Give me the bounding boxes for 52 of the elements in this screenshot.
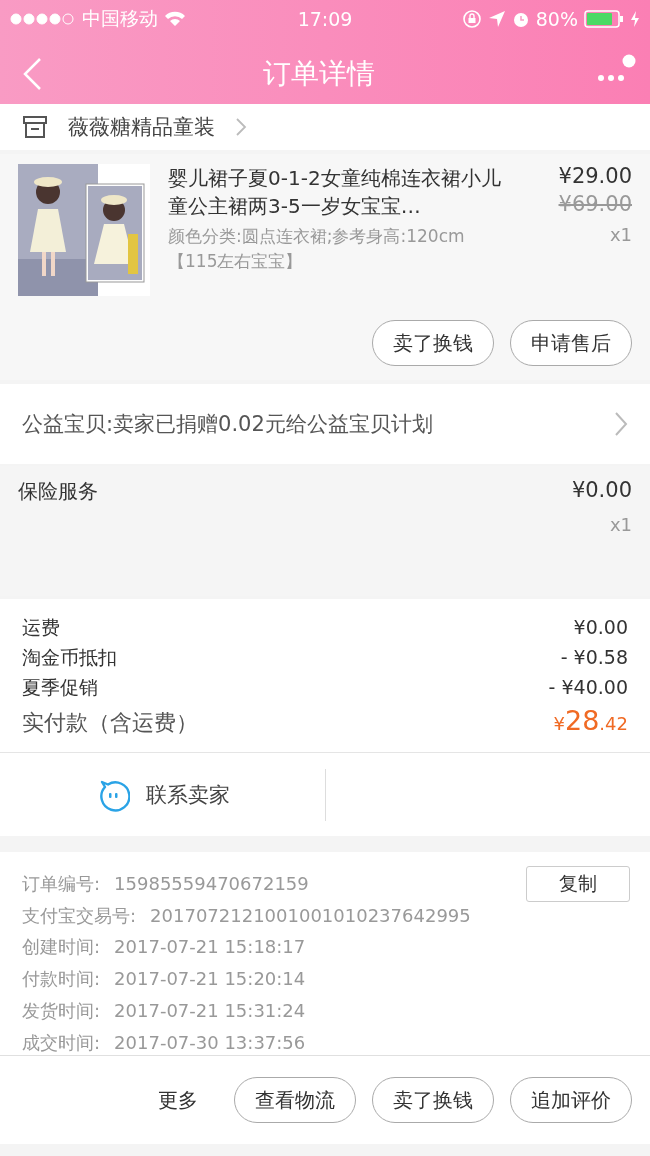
fee-value: ¥0.00 [573, 616, 628, 638]
battery-percent: 80% [535, 8, 578, 30]
chevron-icon [614, 411, 628, 437]
rotation-lock-icon [461, 9, 482, 29]
back-icon[interactable] [22, 57, 42, 91]
info-value: 2017-07-21 15:18:17 [114, 935, 306, 960]
more-link[interactable]: 更多 [152, 1085, 204, 1115]
info-value: 15985559470672159 [114, 872, 309, 896]
info-value: 2017-07-30 13:37:56 [114, 1030, 306, 1055]
product-price: ¥29.00 [558, 164, 632, 188]
product-spec: 颜色分类:圆点连衣裙;参考身高:120cm【115左右宝宝】 [168, 225, 466, 273]
action-button[interactable]: 追加评价 [510, 1077, 632, 1123]
signal-icon [10, 13, 76, 25]
fee-value: - ¥40.00 [548, 676, 628, 698]
info-label: 成交时间: [22, 1030, 101, 1055]
shop-icon [22, 115, 48, 139]
info-label: 付款时间: [22, 967, 101, 992]
contact-seller-button[interactable]: 联系卖家 [145, 780, 230, 809]
total-label: 实付款（含运费） [22, 709, 198, 737]
copy-button[interactable]: 复制 [526, 866, 630, 902]
info-label: 订单编号: [22, 872, 101, 896]
shop-name[interactable]: 薇薇糖精品童装 [68, 113, 215, 141]
insurance-label: 保险服务 [18, 478, 98, 505]
info-value: 2017072121001001010237642995 [150, 903, 471, 928]
fee-label: 淘金币抵扣 [22, 645, 117, 670]
location-icon [487, 10, 506, 28]
battery-icon [584, 10, 624, 28]
chevron-icon [235, 117, 247, 137]
wifi-icon [164, 11, 186, 27]
info-value: 2017-07-21 15:31:24 [114, 998, 306, 1023]
charging-icon [630, 10, 640, 28]
info-label: 支付宝交易号: [22, 903, 137, 928]
action-button[interactable]: 卖了换钱 [372, 1077, 494, 1123]
total-amount: ¥28.42 [553, 705, 628, 736]
info-value: 2017-07-21 15:20:14 [114, 967, 306, 992]
page-title: 订单详情 [263, 56, 375, 92]
insurance-quantity: x1 [609, 514, 632, 535]
action-button[interactable]: 查看物流 [234, 1077, 356, 1123]
product-quantity: x1 [609, 224, 632, 245]
insurance-price: ¥0.00 [571, 478, 632, 502]
fee-value: - ¥0.58 [560, 646, 628, 668]
alarm-icon [511, 10, 530, 28]
fee-label: 夏季促销 [22, 675, 98, 700]
product-title[interactable]: 婴儿裙子夏0-1-2女童纯棉连衣裙小儿童公主裙两3-5一岁女宝宝… [168, 164, 508, 220]
info-label: 创建时间: [22, 935, 101, 960]
carrier-name: 中国移动 [82, 6, 158, 31]
action-button[interactable]: 卖了换钱 [372, 320, 494, 366]
action-button[interactable]: 申请售后 [510, 320, 632, 366]
fee-label: 运费 [22, 615, 60, 640]
info-label: 发货时间: [22, 998, 101, 1023]
original-price: ¥69.00 [558, 192, 632, 216]
clock-time: 17:09 [297, 8, 353, 30]
